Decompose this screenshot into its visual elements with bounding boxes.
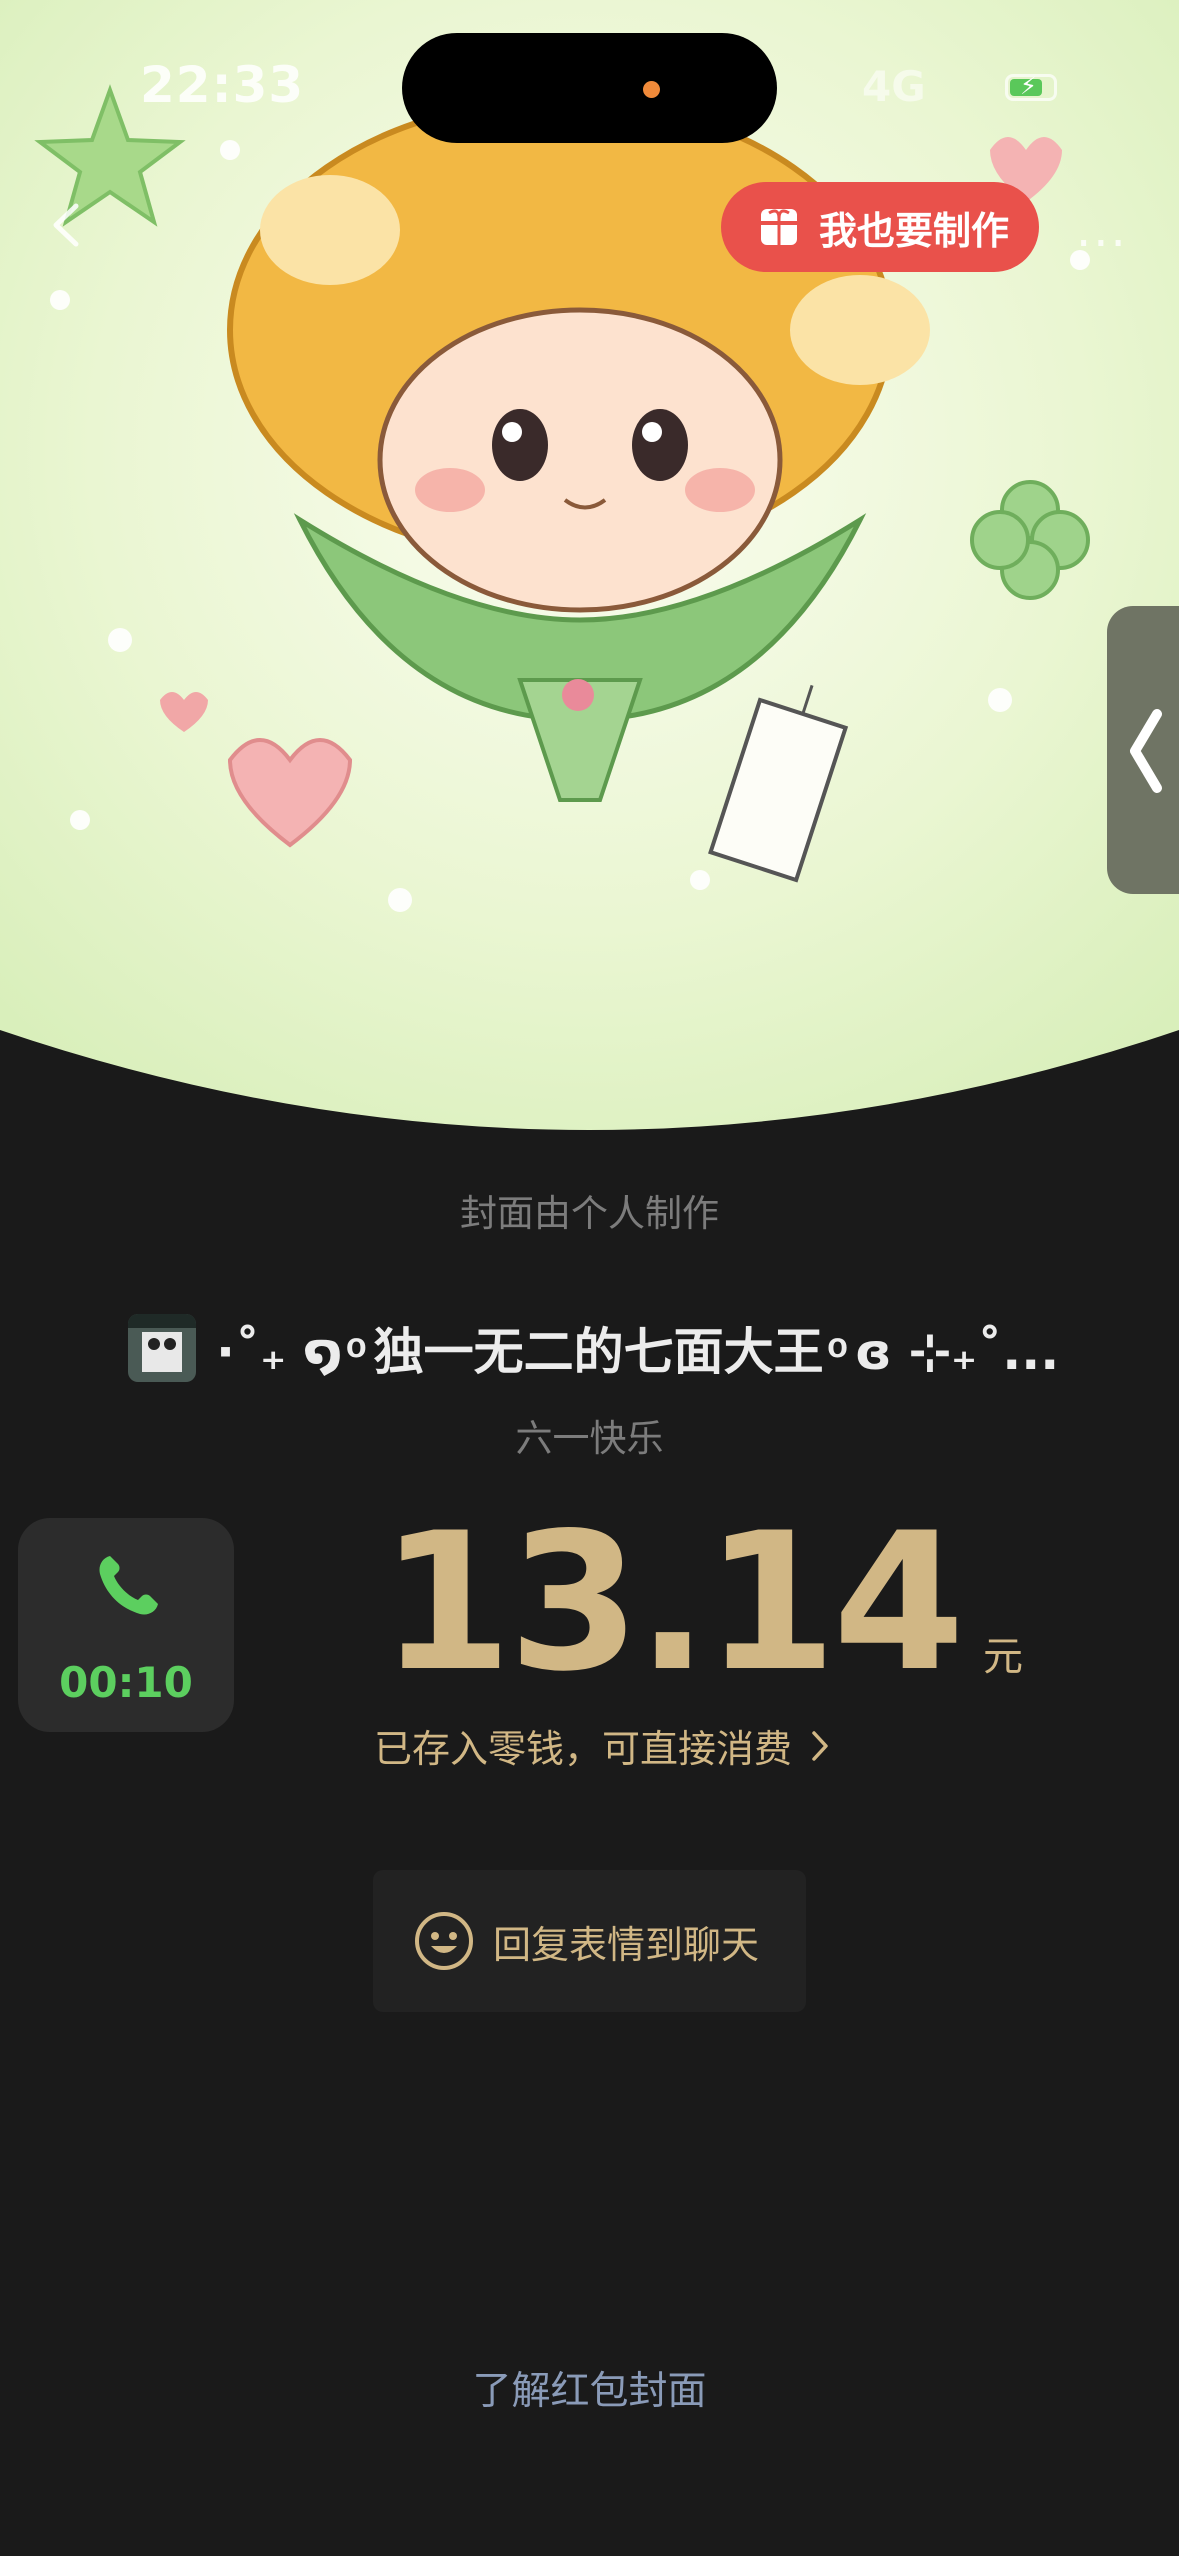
privacy-indicator-dot [643, 81, 660, 98]
amount-value: 13.14 [380, 1492, 965, 1713]
amount-row: 13.14 元 [380, 1508, 1023, 1698]
screen: 22:33 4G ⚡ ··· 我也要制作 封面由个人制作 ·˚₊ ໑ ͦ 独一无… [0, 0, 1179, 2556]
make-cover-button[interactable]: 我也要制作 [721, 182, 1039, 272]
gift-icon [761, 209, 797, 245]
wish-message: 六一快乐 [515, 1417, 664, 1460]
cover-image [0, 0, 1179, 1160]
status-time: 22:33 [140, 56, 305, 114]
saved-note: 已存入零钱，可直接消费 [374, 1727, 793, 1771]
battery-icon: ⚡ [1005, 72, 1057, 101]
learn-cover-link[interactable]: 了解红包封面 [0, 2360, 1179, 2416]
chevron-left-icon [1130, 709, 1162, 793]
reply-sticker-button[interactable]: 回复表情到聊天 [373, 1870, 806, 2012]
make-cover-label: 我也要制作 [819, 208, 1010, 253]
avatar[interactable] [128, 1314, 196, 1382]
chevron-right-icon [812, 1730, 828, 1761]
more-icon[interactable]: ··· [1076, 216, 1128, 272]
side-handle[interactable] [1107, 606, 1179, 894]
reply-sticker-label: 回复表情到聊天 [493, 1922, 760, 1967]
sender-row: ·˚₊ ໑ ͦ 独一无二的七面大王 ͦ ɞ ⊹₊˚... [128, 1310, 1059, 1386]
currency-unit: 元 [983, 1634, 1023, 1680]
smiley-icon [415, 1912, 473, 1970]
back-icon[interactable] [46, 200, 86, 250]
phone-icon [99, 1556, 158, 1615]
call-duration: 00:10 [59, 1658, 193, 1707]
cover-note: 封面由个人制作 [460, 1192, 719, 1235]
sender-name: ·˚₊ ໑ ͦ 独一无二的七面大王 ͦ ɞ ⊹₊˚... [216, 1323, 1060, 1381]
saved-to-wallet-link[interactable]: 已存入零钱，可直接消费 [374, 1718, 830, 1773]
call-widget[interactable]: 00:10 [18, 1518, 234, 1732]
signal-label: 4G [862, 62, 926, 111]
dynamic-island [402, 33, 777, 143]
